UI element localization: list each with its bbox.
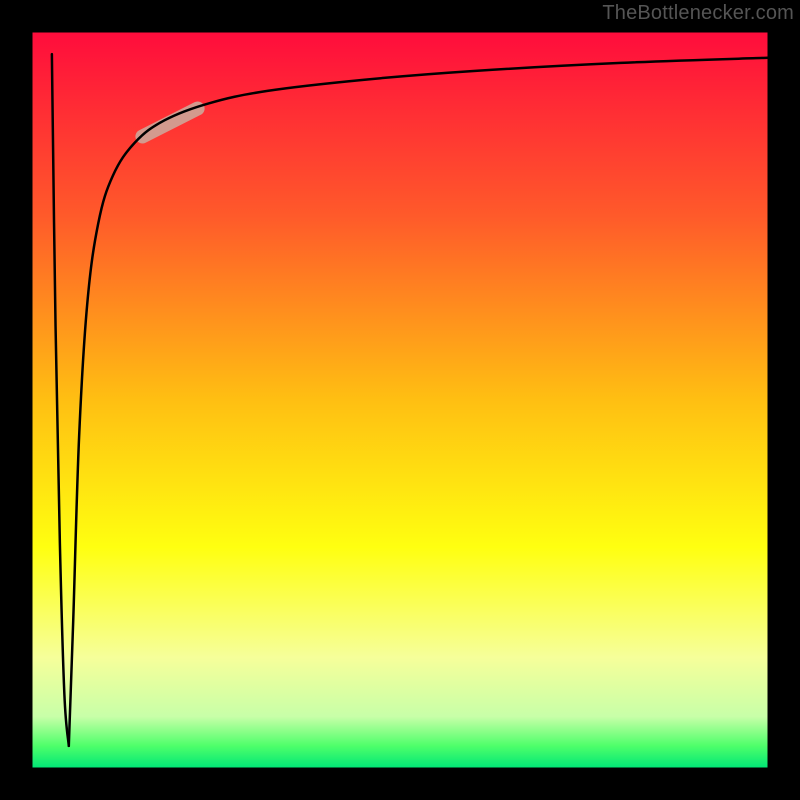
chart-stage: TheBottlenecker.com xyxy=(0,0,800,800)
attribution-label: TheBottlenecker.com xyxy=(602,2,794,25)
chart-svg xyxy=(0,0,800,800)
